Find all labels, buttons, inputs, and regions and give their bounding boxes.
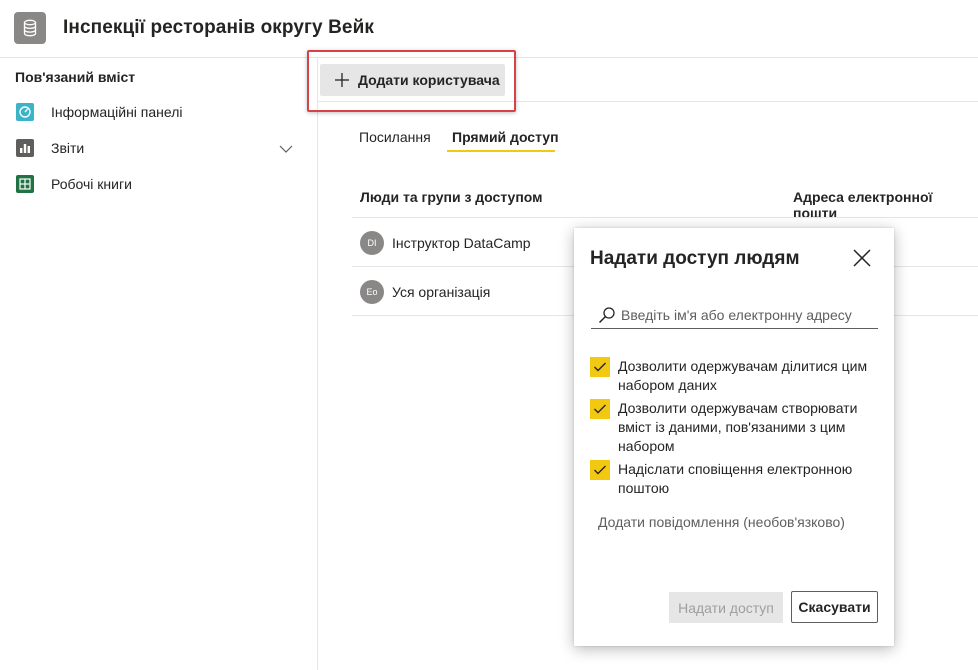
grant-access-button[interactable]: Надати доступ: [669, 592, 783, 623]
workbook-icon: [15, 174, 35, 194]
grant-access-dialog: Надати доступ людям Дозволити одержувача…: [574, 228, 894, 646]
sidebar-heading: Пов'язаний вміст: [15, 69, 136, 85]
option-allow-build[interactable]: Дозволити одержувачам створювати вміст і…: [590, 399, 880, 456]
database-icon: [14, 12, 46, 44]
option-label: Дозволити одержувачам створювати вміст і…: [618, 400, 858, 454]
dialog-title: Надати доступ людям: [590, 248, 800, 269]
add-user-button[interactable]: Додати користувача: [320, 64, 505, 96]
avatar: Eo: [360, 280, 384, 304]
option-label: Дозволити одержувачам ділитися цим набор…: [618, 358, 868, 393]
avatar: DI: [360, 231, 384, 255]
related-content-sidebar: Пов'язаний вміст Інформаційні панелі Зві…: [0, 58, 318, 670]
sidebar-item-reports[interactable]: Звіти: [15, 137, 305, 159]
row-name: Уся організація: [392, 284, 491, 300]
option-allow-share[interactable]: Дозволити одержувачам ділитися цим набор…: [590, 357, 880, 395]
people-search-field[interactable]: [591, 301, 878, 329]
column-header-people[interactable]: Люди та групи з доступом: [360, 189, 543, 205]
checkbox[interactable]: [590, 460, 610, 480]
table-row[interactable]: DI Інструктор DataCamp: [360, 230, 531, 256]
dashboard-icon: [15, 102, 35, 122]
table-row[interactable]: Eo Уся організація: [360, 279, 490, 305]
row-divider: [352, 217, 978, 218]
sidebar-item-workbooks[interactable]: Робочі книги: [15, 173, 305, 195]
checkbox[interactable]: [590, 399, 610, 419]
sidebar-item-label: Робочі книги: [51, 176, 132, 192]
plus-icon: [334, 72, 350, 88]
sidebar-item-dashboards[interactable]: Інформаційні панелі: [15, 101, 305, 123]
close-icon[interactable]: [850, 246, 874, 270]
option-send-email[interactable]: Надіслати сповіщення електронною поштою: [590, 460, 880, 498]
checkmark-icon: [594, 465, 606, 475]
page-title: Інспекції ресторанів округу Вейк: [63, 17, 374, 38]
add-user-label: Додати користувача: [358, 72, 500, 88]
report-icon: [15, 138, 35, 158]
chevron-down-icon[interactable]: [279, 141, 293, 157]
active-tab-indicator: [447, 150, 555, 152]
checkmark-icon: [594, 362, 606, 372]
search-icon: [597, 306, 617, 324]
checkmark-icon: [594, 404, 606, 414]
cancel-button[interactable]: Скасувати: [791, 591, 878, 623]
add-message-link[interactable]: Додати повідомлення (необов'язково): [598, 514, 845, 530]
sidebar-item-label: Інформаційні панелі: [51, 104, 183, 120]
sidebar-item-label: Звіти: [51, 140, 85, 156]
tab-direct-access[interactable]: Прямий доступ: [452, 129, 559, 145]
checkbox[interactable]: [590, 357, 610, 377]
option-label: Надіслати сповіщення електронною поштою: [618, 461, 853, 496]
row-name: Інструктор DataCamp: [392, 235, 531, 251]
search-input[interactable]: [621, 306, 878, 323]
tab-links[interactable]: Посилання: [359, 129, 431, 145]
